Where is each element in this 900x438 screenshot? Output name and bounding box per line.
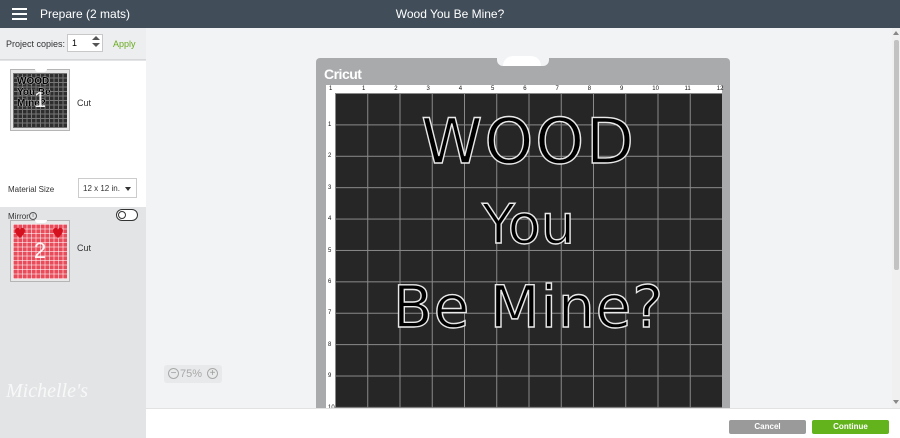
cutting-mat: Cricut 1 2 3 4 5 6 7 8 9 10 11 12 1 1 2 3 4 5 6 7 8 9 10 WOOD… xyxy=(316,52,730,408)
side-ruler-number: 5 xyxy=(328,247,332,254)
stepper-up-icon[interactable] xyxy=(92,36,100,40)
side-ruler-number: 1 xyxy=(328,122,332,128)
design-text-wood[interactable]: WOOD xyxy=(335,104,722,178)
stepper-down-icon[interactable] xyxy=(92,43,100,47)
mat-1-preview: WOOD You Be Mine? 1 xyxy=(13,73,67,128)
side-ruler-number: 4 xyxy=(328,216,332,223)
scrollbar-thumb[interactable] xyxy=(894,40,899,270)
zoom-control: − 75% + xyxy=(164,365,222,383)
mat-preview-canvas[interactable]: Cricut 1 2 3 4 5 6 7 8 9 10 11 12 1 1 2 3 4 5 6 7 8 9 10 WOOD… xyxy=(146,28,892,408)
top-ruler-number: 12 xyxy=(716,86,724,92)
mat-1-thumbnail[interactable]: WOOD You Be Mine? 1 xyxy=(10,69,70,131)
top-ruler-number: 7 xyxy=(555,86,559,92)
mat-notch xyxy=(35,69,47,72)
top-ruler-number: 1 xyxy=(362,86,366,92)
scroll-down-icon[interactable] xyxy=(893,400,899,404)
watermark: Michelle's xyxy=(6,380,89,402)
side-ruler-number: 9 xyxy=(328,373,332,380)
design-text-you[interactable]: You xyxy=(335,192,722,256)
mat-2-preview: 2 xyxy=(13,224,67,279)
material-size-label: Material Size xyxy=(8,185,55,194)
side-ruler-number: 3 xyxy=(328,184,332,191)
project-copies-label: Project copies: xyxy=(6,39,66,49)
zoom-out-icon[interactable]: − xyxy=(168,368,179,379)
top-bar: Prepare (2 mats) Wood You Be Mine? xyxy=(0,0,900,28)
mirror-toggle[interactable] xyxy=(116,209,138,221)
side-ruler-number: 7 xyxy=(328,310,332,317)
top-ruler-number: 4 xyxy=(458,86,463,92)
top-ruler-number: 8 xyxy=(587,86,592,92)
mat-1-panel[interactable]: WOOD You Be Mine? 1 Cut Material Size 12… xyxy=(0,61,146,221)
mat-handle xyxy=(497,52,549,66)
top-ruler-number: 5 xyxy=(491,86,495,92)
top-ruler-number: 9 xyxy=(620,86,624,92)
mat-2-label: Cut xyxy=(77,243,92,253)
info-icon[interactable]: i xyxy=(29,212,37,220)
top-ruler-number: 3 xyxy=(426,86,430,92)
side-ruler-number: 8 xyxy=(328,341,332,348)
chevron-down-icon xyxy=(125,187,131,191)
mat-cutting-area: 1 2 3 4 5 6 7 8 9 10 11 12 1 1 2 3 4 5 6 7 8 9 10 WOOD You Be… xyxy=(326,85,724,408)
top-ruler-number: 6 xyxy=(523,86,527,92)
top-ruler-number: 2 xyxy=(394,86,398,92)
mat-1-number: 1 xyxy=(33,87,47,112)
footer-bar: Cancel Continue xyxy=(146,408,900,438)
side-ruler-number: 6 xyxy=(328,279,332,285)
vertical-scrollbar[interactable] xyxy=(892,28,900,408)
toggle-knob xyxy=(118,211,126,219)
material-size-select[interactable]: 12 x 12 in. xyxy=(78,178,137,198)
project-title: Wood You Be Mine? xyxy=(395,7,505,21)
mat-2-number: 2 xyxy=(33,238,47,263)
mat-grid[interactable]: WOOD You Be Mine? xyxy=(335,93,722,408)
top-ruler-number: 11 xyxy=(684,86,691,92)
mat-notch xyxy=(35,220,47,223)
mat-1-label: Cut xyxy=(77,98,92,108)
ruler-origin-number: 1 xyxy=(329,86,333,92)
cricut-logo: Cricut xyxy=(324,66,362,82)
zoom-in-icon[interactable]: + xyxy=(207,368,218,379)
material-size-value: 12 x 12 in. xyxy=(83,184,120,193)
copies-stepper[interactable] xyxy=(91,35,101,51)
cancel-button[interactable]: Cancel xyxy=(729,420,806,434)
design-text-be-mine[interactable]: Be Mine? xyxy=(335,272,722,341)
apply-button[interactable]: Apply xyxy=(113,39,136,49)
zoom-level: 75% xyxy=(180,368,203,380)
continue-button[interactable]: Continue xyxy=(812,420,889,434)
mat-2-thumbnail[interactable]: 2 xyxy=(10,220,70,282)
top-ruler-number: 10 xyxy=(652,86,659,92)
side-ruler-number: 2 xyxy=(328,153,332,160)
project-copies-row: Project copies: Apply xyxy=(0,28,146,60)
mats-sidebar: Project copies: Apply WOOD You Be Mine? … xyxy=(0,28,146,438)
scroll-up-icon[interactable] xyxy=(893,31,899,35)
